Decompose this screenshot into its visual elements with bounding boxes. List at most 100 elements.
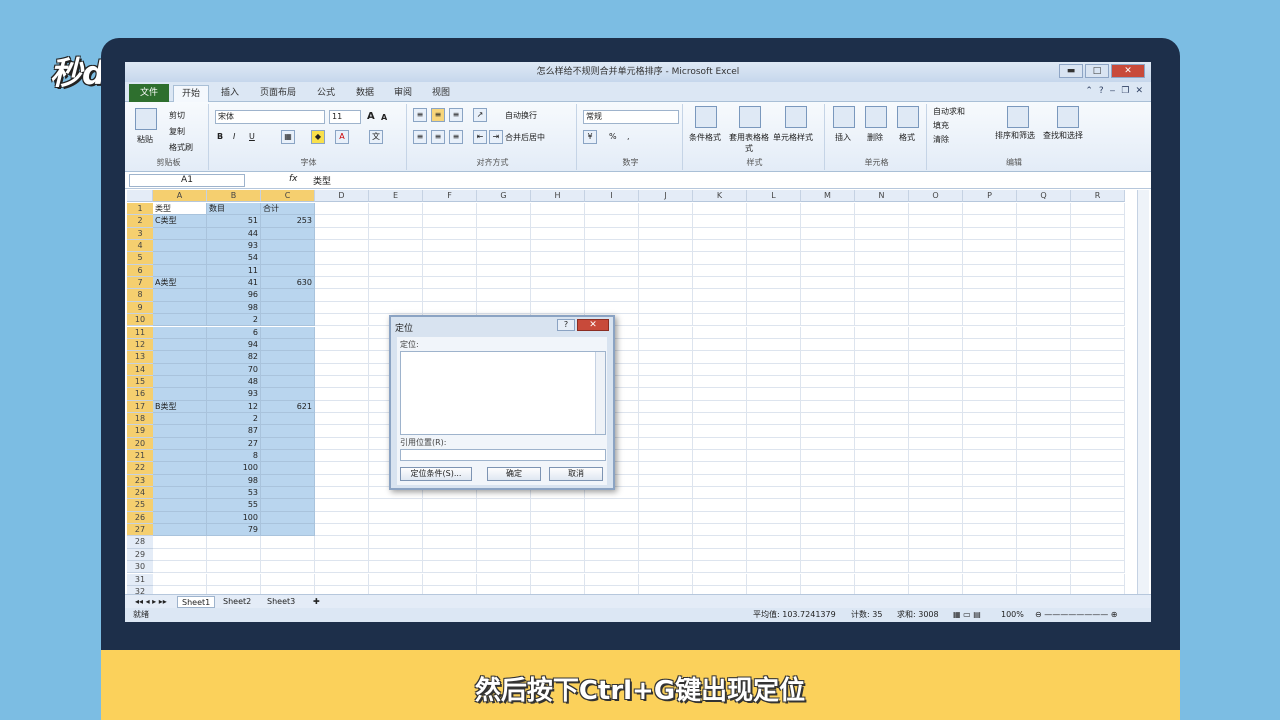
cell[interactable] <box>963 412 1017 426</box>
cell[interactable] <box>909 412 963 426</box>
cell[interactable] <box>153 573 207 586</box>
cell[interactable] <box>909 487 963 500</box>
cell[interactable] <box>855 412 909 426</box>
cell[interactable] <box>801 351 855 364</box>
cell[interactable] <box>801 400 855 413</box>
autosum-button[interactable]: 自动求和 <box>933 106 965 117</box>
cell[interactable] <box>477 215 531 228</box>
cell[interactable] <box>963 511 1017 525</box>
cell[interactable] <box>153 412 207 426</box>
cell[interactable]: 253 <box>261 215 315 228</box>
cell[interactable] <box>855 573 909 586</box>
cell[interactable] <box>261 548 315 562</box>
cell[interactable] <box>1017 314 1071 327</box>
cell[interactable] <box>1017 499 1071 512</box>
cell[interactable] <box>369 536 423 549</box>
align-top-icon[interactable]: ≡ <box>413 108 427 122</box>
tab-review[interactable]: 审阅 <box>394 85 412 102</box>
align-right-icon[interactable]: ≡ <box>449 130 463 144</box>
cell[interactable] <box>855 425 909 438</box>
cell[interactable] <box>909 301 963 315</box>
cell[interactable] <box>909 289 963 302</box>
cell[interactable] <box>747 561 801 574</box>
cell[interactable] <box>477 252 531 265</box>
cell[interactable] <box>1017 264 1071 278</box>
cell[interactable] <box>693 388 747 401</box>
cell[interactable] <box>261 301 315 315</box>
cell[interactable] <box>477 203 531 216</box>
percent-button[interactable]: % <box>609 132 617 141</box>
minimize-button[interactable]: ▬ <box>1059 64 1083 78</box>
cell[interactable] <box>585 252 639 265</box>
cell[interactable] <box>693 314 747 327</box>
cell[interactable] <box>963 487 1017 500</box>
column-header-C[interactable]: C <box>261 190 315 202</box>
cell[interactable]: 51 <box>207 215 261 228</box>
cell[interactable] <box>855 450 909 463</box>
cell[interactable] <box>1071 548 1125 562</box>
cell[interactable] <box>315 548 369 562</box>
cell[interactable] <box>747 363 801 376</box>
cell[interactable] <box>801 511 855 525</box>
cell[interactable] <box>153 499 207 512</box>
cell[interactable] <box>1071 363 1125 376</box>
row-header[interactable]: 21 <box>127 450 153 463</box>
align-left-icon[interactable]: ≡ <box>413 130 427 144</box>
cell[interactable]: 27 <box>207 437 261 450</box>
cell[interactable] <box>855 363 909 376</box>
delete-cells-icon[interactable] <box>865 106 887 128</box>
doc-minimize-icon[interactable]: ‒ <box>1110 86 1116 96</box>
cell[interactable] <box>315 215 369 228</box>
cell[interactable] <box>855 338 909 352</box>
cell[interactable] <box>1071 277 1125 290</box>
cell[interactable] <box>153 351 207 364</box>
cell[interactable] <box>423 511 477 525</box>
cell[interactable] <box>693 264 747 278</box>
cell[interactable] <box>315 437 369 450</box>
tab-page-layout[interactable]: 页面布局 <box>260 85 296 102</box>
cell[interactable] <box>531 524 585 537</box>
cell[interactable] <box>1071 524 1125 537</box>
cell[interactable] <box>423 561 477 574</box>
cell[interactable] <box>315 363 369 376</box>
close-button[interactable]: ✕ <box>1111 64 1145 78</box>
cell[interactable] <box>531 536 585 549</box>
cell[interactable] <box>531 511 585 525</box>
cell[interactable] <box>369 524 423 537</box>
cell[interactable] <box>261 252 315 265</box>
cell[interactable] <box>1071 240 1125 253</box>
cell[interactable] <box>423 301 477 315</box>
cell[interactable] <box>963 252 1017 265</box>
cell[interactable] <box>1071 227 1125 241</box>
cell[interactable] <box>585 264 639 278</box>
cell[interactable] <box>261 264 315 278</box>
cell[interactable] <box>261 524 315 537</box>
cell[interactable] <box>693 450 747 463</box>
row-header[interactable]: 27 <box>127 524 153 537</box>
cell[interactable] <box>639 524 693 537</box>
row-header[interactable]: 9 <box>127 301 153 315</box>
cell[interactable] <box>261 240 315 253</box>
cell[interactable]: 98 <box>207 301 261 315</box>
cell[interactable] <box>639 561 693 574</box>
cell[interactable] <box>531 561 585 574</box>
cell[interactable] <box>747 314 801 327</box>
row-header[interactable]: 24 <box>127 487 153 500</box>
cell[interactable] <box>1017 215 1071 228</box>
cell[interactable] <box>261 536 315 549</box>
cell[interactable] <box>585 289 639 302</box>
cell[interactable] <box>693 462 747 475</box>
cell[interactable] <box>801 215 855 228</box>
cell[interactable] <box>855 524 909 537</box>
cell[interactable] <box>693 375 747 389</box>
cell[interactable] <box>369 252 423 265</box>
cell[interactable] <box>1071 400 1125 413</box>
column-header-D[interactable]: D <box>315 190 369 202</box>
cell[interactable] <box>585 561 639 574</box>
cell[interactable] <box>963 215 1017 228</box>
cell[interactable] <box>261 338 315 352</box>
cell[interactable] <box>261 573 315 586</box>
row-header[interactable]: 3 <box>127 227 153 241</box>
cell[interactable] <box>963 400 1017 413</box>
cell[interactable] <box>315 326 369 339</box>
